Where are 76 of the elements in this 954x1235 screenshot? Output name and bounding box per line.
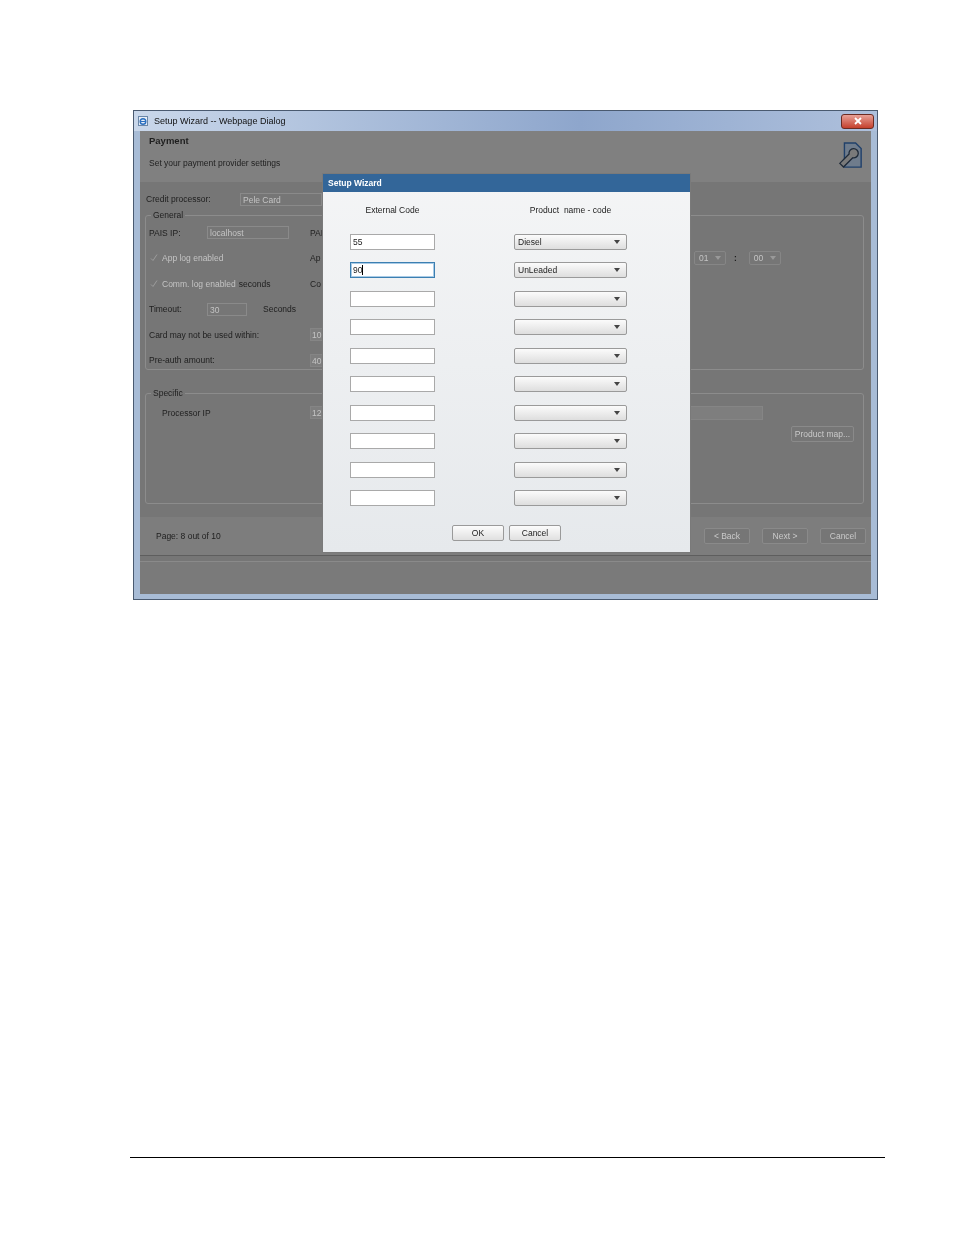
hour-dropdown[interactable]: 01 (694, 251, 726, 266)
product-dropdown[interactable] (514, 433, 627, 449)
caret-icon (715, 256, 721, 261)
code-input[interactable] (350, 404, 435, 421)
wrench-document-icon (837, 141, 863, 169)
wizard-button[interactable]: < Back (704, 528, 750, 544)
checkbox-label: App log enabled (162, 253, 224, 264)
code-input[interactable] (350, 461, 435, 478)
field-label: Co (310, 278, 321, 289)
text-field[interactable]: 40 (310, 353, 322, 367)
code-input[interactable] (350, 490, 435, 506)
caret-icon (614, 382, 620, 386)
caret-icon (614, 353, 620, 358)
field-label: PAI (310, 227, 322, 238)
dialog-button[interactable]: OK (452, 525, 504, 541)
checkbox[interactable] (149, 279, 158, 289)
time-separator: : (734, 253, 737, 264)
checkbox-label: Comm. log enabled (162, 278, 236, 289)
caret-icon (614, 239, 620, 244)
field-label: Credit processor: (146, 194, 212, 204)
product-dropdown[interactable]: Diesel (514, 233, 627, 250)
dialog-title: Setup Wizard (328, 178, 382, 188)
product-dropdown[interactable] (514, 490, 627, 506)
product-dropdown[interactable] (514, 461, 627, 478)
code-input[interactable] (350, 319, 435, 335)
product-dropdown[interactable] (514, 404, 627, 421)
code-input[interactable]: 90 (350, 262, 435, 278)
product-map-button[interactable]: Product map... (791, 425, 854, 442)
group-legend: General (151, 210, 186, 220)
code-input[interactable] (350, 347, 435, 364)
field-label: Timeout: (149, 304, 183, 315)
caret-icon (614, 325, 620, 329)
dialog-button[interactable]: Cancel (509, 525, 561, 541)
caret-icon (614, 467, 620, 472)
code-input[interactable] (350, 433, 435, 449)
group-legend: Specific (151, 388, 185, 398)
text-field[interactable]: 12 (310, 406, 322, 420)
processor-dropdown[interactable]: Pele Card (240, 192, 322, 206)
page-title: Payment (149, 135, 190, 146)
field-label: PAIS IP: (149, 227, 182, 238)
minute-dropdown[interactable]: 00 (748, 251, 781, 266)
product-dropdown[interactable] (514, 290, 627, 307)
text-field[interactable] (689, 405, 763, 420)
field-label: Pre-auth amount: (149, 355, 215, 366)
code-input[interactable] (350, 290, 435, 307)
text-field[interactable]: localhost (207, 226, 289, 240)
checkbox[interactable] (149, 253, 158, 263)
wizard-button[interactable]: Cancel (820, 528, 866, 544)
code-input[interactable]: 55 (350, 233, 435, 250)
field-label: Ap (310, 253, 321, 264)
caret-icon (614, 296, 620, 301)
caret-icon (769, 256, 776, 261)
unit-label: Seconds (263, 304, 297, 315)
close-button[interactable] (841, 113, 874, 129)
product-dropdown[interactable]: UnLeaded (514, 262, 627, 278)
page-subtitle: Set your payment provider settings (149, 158, 281, 168)
unit-label: seconds (238, 278, 271, 289)
product-dropdown[interactable] (514, 347, 627, 364)
field-label: Processor IP (162, 407, 211, 418)
column-header: External Code (364, 205, 421, 215)
product-dropdown[interactable] (514, 376, 627, 392)
text-field[interactable]: 30 (207, 302, 247, 316)
text-field[interactable]: 10 (310, 328, 322, 342)
caret-icon (614, 439, 620, 443)
caret-icon (614, 268, 620, 272)
caret-icon (614, 410, 620, 415)
code-input[interactable] (350, 376, 435, 392)
window-title: Setup Wizard -- Webpage Dialog (154, 116, 286, 126)
close-icon (853, 117, 862, 125)
column-header: Product name - code (528, 205, 613, 215)
browser-icon (138, 116, 148, 126)
page-indicator: Page: 8 out of 10 (156, 531, 221, 541)
wizard-button[interactable]: Next > (762, 528, 808, 544)
product-dropdown[interactable] (514, 319, 627, 335)
field-label: Card may not be used within: (149, 329, 260, 340)
caret-icon (614, 496, 620, 500)
